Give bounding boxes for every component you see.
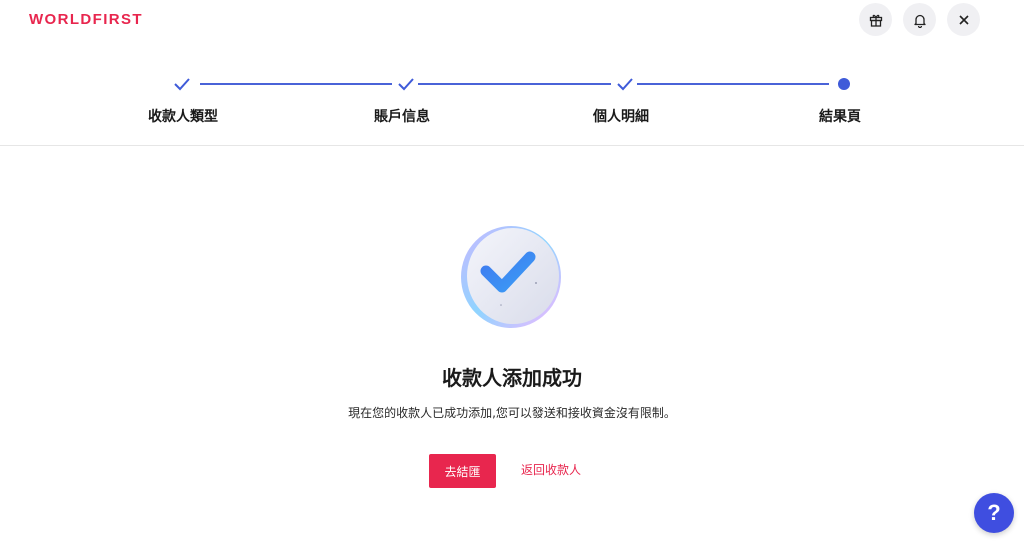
header-actions: [859, 3, 980, 36]
gift-icon[interactable]: [859, 3, 892, 36]
step-3-label: 個人明細: [593, 109, 649, 125]
step-1-label: 收款人類型: [148, 109, 218, 125]
help-button[interactable]: ?: [974, 493, 1014, 533]
close-icon[interactable]: [947, 3, 980, 36]
step-2-label: 賬戶信息: [374, 109, 430, 125]
step-connector: [637, 83, 829, 85]
step-connector: [418, 83, 611, 85]
step-4-current-dot: [834, 74, 854, 94]
back-to-payees-link[interactable]: 返回收款人: [516, 461, 586, 478]
step-3-check-icon: [615, 74, 635, 94]
go-exchange-button[interactable]: 去結匯: [429, 454, 496, 488]
result-title: 收款人添加成功: [442, 366, 582, 390]
step-4-label: 結果頁: [819, 109, 861, 125]
step-1-check-icon: [172, 74, 192, 94]
app-page: 收款人類型 賬戶信息 個人明細 結果頁 WORLDFIRST 收款人添加成功 現…: [0, 0, 1024, 544]
worldfirst-logo[interactable]: WORLDFIRST: [29, 11, 143, 28]
step-2-check-icon: [396, 74, 416, 94]
result-description: 現在您的收款人已成功添加,您可以發送和接收資金沒有限制。: [348, 406, 676, 420]
bell-icon[interactable]: [903, 3, 936, 36]
step-connector: [200, 83, 392, 85]
success-check-icon: [456, 221, 566, 331]
